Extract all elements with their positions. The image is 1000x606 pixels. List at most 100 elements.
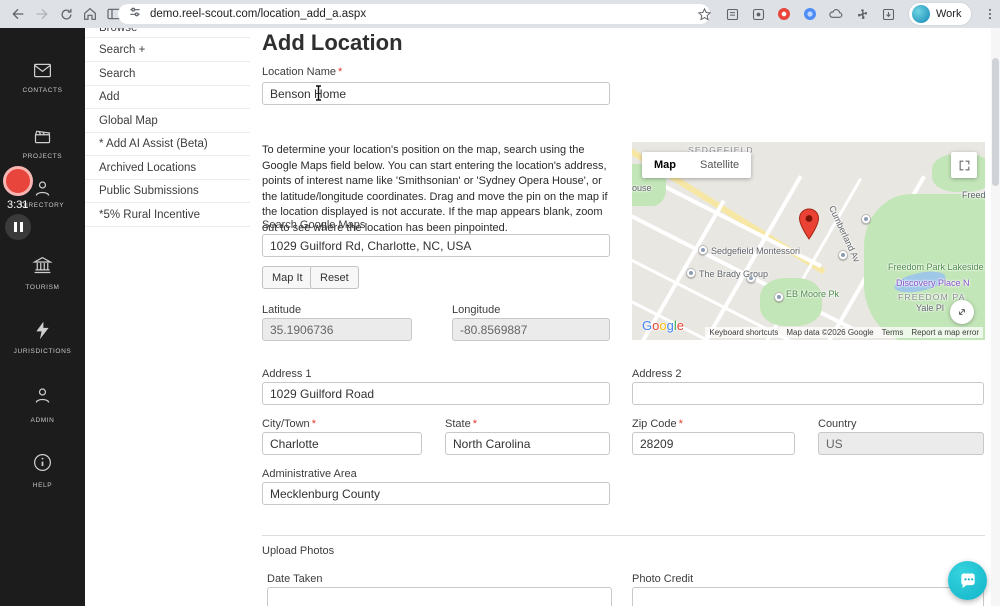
admin-area-input[interactable] bbox=[262, 482, 610, 505]
section-divider bbox=[262, 535, 985, 536]
recording-timer: 3:31 bbox=[7, 199, 29, 211]
map-label: Discovery Place N bbox=[896, 278, 970, 288]
page-scrollbar[interactable] bbox=[991, 28, 1000, 606]
state-label: State * bbox=[445, 418, 477, 430]
profile-label: Work bbox=[936, 8, 962, 20]
forward-icon[interactable] bbox=[30, 2, 54, 26]
google-map[interactable]: SEDGEFIELD ouse Freedo Sedgefield Montes… bbox=[632, 142, 985, 340]
screen: demo.reel-scout.com/location_add_a.aspx bbox=[0, 0, 1000, 606]
pan-control-icon[interactable] bbox=[950, 300, 974, 324]
map-label: Freedo bbox=[962, 190, 985, 200]
map-label: Yale Pl bbox=[916, 303, 944, 313]
latitude-input[interactable] bbox=[262, 318, 412, 341]
map-label: ouse bbox=[632, 183, 652, 193]
city-input[interactable] bbox=[262, 432, 422, 455]
extensions-puzzle-icon[interactable] bbox=[850, 2, 874, 26]
sidebar-item-jurisdictions[interactable]: JURISDICTIONS bbox=[0, 348, 85, 355]
extension-box-icon[interactable] bbox=[746, 2, 770, 26]
map-label: The Brady Group bbox=[699, 269, 769, 279]
downloads-icon[interactable] bbox=[876, 2, 900, 26]
url-bar[interactable]: demo.reel-scout.com/location_add_a.aspx bbox=[118, 4, 710, 24]
browser-menu-icon[interactable] bbox=[978, 2, 1000, 26]
fullscreen-icon[interactable] bbox=[951, 152, 977, 178]
map-pin[interactable] bbox=[798, 208, 820, 245]
map-view-button[interactable]: Map bbox=[642, 152, 688, 178]
city-label: City/Town * bbox=[262, 418, 316, 430]
zip-input[interactable] bbox=[632, 432, 795, 455]
map-label: Freedom Park Lakeside bbox=[888, 262, 984, 272]
person-icon[interactable] bbox=[32, 178, 53, 199]
lightning-icon[interactable] bbox=[32, 320, 53, 341]
country-input[interactable] bbox=[818, 432, 984, 455]
record-extension-icon[interactable] bbox=[772, 2, 796, 26]
satellite-view-button[interactable]: Satellite bbox=[688, 152, 751, 178]
zip-label: Zip Code * bbox=[632, 418, 683, 430]
back-icon[interactable] bbox=[6, 2, 30, 26]
terms-link[interactable]: Terms bbox=[882, 328, 904, 337]
recording-pause-button[interactable] bbox=[5, 214, 31, 240]
map-attribution: Keyboard shortcuts Map data ©2026 Google… bbox=[705, 327, 983, 338]
reload-icon[interactable] bbox=[54, 2, 78, 26]
map-it-button[interactable]: Map It bbox=[262, 266, 313, 289]
menu-item-browse[interactable]: Browse bbox=[85, 28, 250, 38]
menu-item-ai-assist[interactable]: * Add AI Assist (Beta) bbox=[85, 133, 250, 156]
recording-stop-button[interactable] bbox=[3, 166, 33, 196]
envelope-icon[interactable] bbox=[32, 60, 53, 81]
menu-item-search[interactable]: Search bbox=[85, 62, 250, 86]
search-maps-input[interactable] bbox=[262, 234, 610, 257]
date-taken-input[interactable] bbox=[267, 587, 612, 606]
clapperboard-icon[interactable] bbox=[32, 126, 53, 147]
landmark-icon[interactable] bbox=[32, 255, 53, 276]
menu-item-search-plus[interactable]: Search + bbox=[85, 38, 250, 62]
bookmark-star-icon[interactable] bbox=[692, 2, 716, 26]
sidebar-item-tourism[interactable]: TOURISM bbox=[0, 284, 85, 291]
address2-label: Address 2 bbox=[632, 368, 682, 380]
report-error-link[interactable]: Report a map error bbox=[911, 328, 979, 337]
sidebar-item-help[interactable]: HELP bbox=[0, 482, 85, 489]
chat-widget-button[interactable] bbox=[948, 561, 987, 600]
photo-credit-input[interactable] bbox=[632, 587, 984, 606]
map-type-control: Map Satellite bbox=[642, 152, 752, 178]
keyboard-shortcuts-link[interactable]: Keyboard shortcuts bbox=[709, 328, 778, 337]
location-name-label: Location Name * bbox=[262, 66, 343, 78]
site-settings-icon[interactable] bbox=[128, 5, 142, 24]
map-label: EB Moore Pk bbox=[786, 289, 840, 299]
scrollbar-thumb[interactable] bbox=[992, 58, 999, 186]
latitude-label: Latitude bbox=[262, 304, 302, 316]
address1-input[interactable] bbox=[262, 382, 610, 405]
blue-extension-icon[interactable] bbox=[798, 2, 822, 26]
cloud-extension-icon[interactable] bbox=[824, 2, 848, 26]
longitude-input[interactable] bbox=[452, 318, 610, 341]
home-icon[interactable] bbox=[78, 2, 102, 26]
sidebar-item-projects[interactable]: PROJECTS bbox=[0, 153, 85, 160]
google-logo[interactable]: Google bbox=[642, 318, 684, 333]
menu-item-rural-incentive[interactable]: *5% Rural Incentive bbox=[85, 203, 250, 227]
poi-marker[interactable] bbox=[861, 214, 871, 224]
reading-list-icon[interactable] bbox=[720, 2, 744, 26]
profile-chip[interactable]: Work bbox=[908, 2, 973, 26]
sidebar-item-admin[interactable]: ADMIN bbox=[0, 417, 85, 424]
menu-item-global-map[interactable]: Global Map bbox=[85, 109, 250, 133]
country-label: Country bbox=[818, 418, 857, 430]
longitude-label: Longitude bbox=[452, 304, 501, 316]
sidebar-item-contacts[interactable]: CONTACTS bbox=[0, 87, 85, 94]
poi-marker[interactable] bbox=[698, 245, 708, 255]
admin-area-label: Administrative Area bbox=[262, 468, 357, 480]
photo-credit-label: Photo Credit bbox=[632, 573, 694, 585]
menu-item-public-submissions[interactable]: Public Submissions bbox=[85, 180, 250, 203]
avatar bbox=[912, 5, 930, 23]
menu-item-archived-locations[interactable]: Archived Locations bbox=[85, 156, 250, 180]
menu-item-add[interactable]: Add bbox=[85, 86, 250, 109]
text-cursor bbox=[314, 85, 323, 106]
page-title: Add Location bbox=[262, 30, 403, 55]
info-circle-icon[interactable] bbox=[32, 452, 53, 473]
reset-button[interactable]: Reset bbox=[310, 266, 359, 289]
date-taken-label: Date Taken bbox=[267, 573, 323, 585]
url-text[interactable]: demo.reel-scout.com/location_add_a.aspx bbox=[150, 8, 366, 20]
admin-person-icon[interactable] bbox=[32, 385, 53, 406]
poi-marker[interactable] bbox=[686, 268, 696, 278]
address1-label: Address 1 bbox=[262, 368, 312, 380]
poi-marker[interactable] bbox=[774, 292, 784, 302]
state-input[interactable] bbox=[445, 432, 610, 455]
address2-input[interactable] bbox=[632, 382, 984, 405]
